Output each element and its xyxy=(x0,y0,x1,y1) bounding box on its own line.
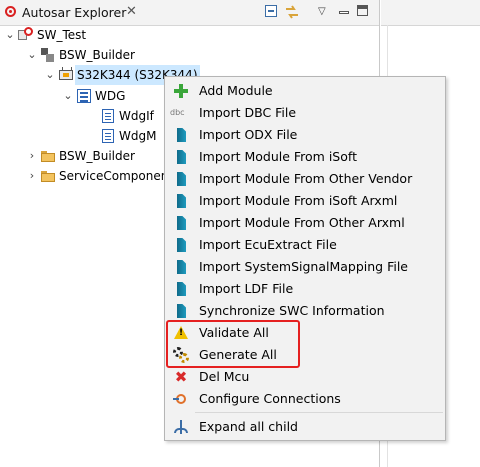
menu-item-label: Del Mcu xyxy=(199,369,250,384)
folder-icon xyxy=(40,168,56,184)
menu-item-import-ecuextract-file[interactable]: Import EcuExtract File xyxy=(165,234,445,256)
menu-item-label: Configure Connections xyxy=(199,391,341,406)
menu-item-label: Import Module From Other Arxml xyxy=(199,215,405,230)
menu-item-label: Import Module From Other Vendor xyxy=(199,171,413,186)
menu-item-import-module-isoft[interactable]: Import Module From iSoft xyxy=(165,146,445,168)
menu-item-import-module-isoft-arxml[interactable]: Import Module From iSoft Arxml xyxy=(165,190,445,212)
link-with-editor-icon[interactable] xyxy=(284,4,300,20)
import-icon xyxy=(173,259,189,275)
menu-item-del-mcu[interactable]: ✖ Del Mcu xyxy=(165,366,445,388)
chevron-right-icon[interactable]: › xyxy=(26,146,38,166)
collapse-all-icon[interactable] xyxy=(264,4,280,20)
project-icon xyxy=(18,27,34,43)
menu-item-import-odx-file[interactable]: Import ODX File xyxy=(165,124,445,146)
menu-item-import-module-other-vendor[interactable]: Import Module From Other Vendor xyxy=(165,168,445,190)
mcu-icon xyxy=(58,67,74,83)
maximize-icon[interactable] xyxy=(357,5,368,16)
view-menu-icon[interactable]: ▽ xyxy=(318,6,334,22)
tree-item-label: WdgIf xyxy=(119,109,154,123)
import-icon xyxy=(173,237,189,253)
menu-item-label: Add Module xyxy=(199,83,273,98)
expand-icon xyxy=(173,419,189,435)
import-icon xyxy=(173,281,189,297)
menu-item-import-systemsignalmapping-file[interactable]: Import SystemSignalMapping File xyxy=(165,256,445,278)
menu-item-label: Synchronize SWC Information xyxy=(199,303,385,318)
view-header: Autosar Explorer ✕ ▽ xyxy=(0,0,379,26)
chevron-down-icon[interactable]: ⌄ xyxy=(4,25,16,45)
tree-item-label: WdgM xyxy=(119,129,157,143)
tree-item-label: ServiceComponen xyxy=(59,169,169,183)
menu-item-generate-all[interactable]: Generate All xyxy=(165,344,445,366)
tree-item-label: BSW_Builder xyxy=(59,149,135,163)
connect-icon xyxy=(173,391,189,407)
menu-item-configure-connections[interactable]: Configure Connections xyxy=(165,388,445,410)
tree-item-label: BSW_Builder xyxy=(59,48,135,62)
chevron-down-icon[interactable]: ⌄ xyxy=(62,86,74,106)
menu-item-label: Import DBC File xyxy=(199,105,297,120)
menu-item-label: Import Module From iSoft Arxml xyxy=(199,193,398,208)
menu-item-label: Expand all child xyxy=(199,419,298,434)
menu-item-import-dbc-file[interactable]: dbc Import DBC File xyxy=(165,102,445,124)
chevron-down-icon[interactable]: ⌄ xyxy=(26,45,38,65)
import-icon xyxy=(173,149,189,165)
menu-item-label: Import ODX File xyxy=(199,127,298,142)
autosar-explorer-icon xyxy=(5,6,16,17)
menu-item-label: Import LDF File xyxy=(199,281,294,296)
menu-item-add-module[interactable]: Add Module xyxy=(165,80,445,102)
menu-item-import-ldf-file[interactable]: Import LDF File xyxy=(165,278,445,300)
view-title: Autosar Explorer xyxy=(22,5,127,20)
chevron-right-icon[interactable]: › xyxy=(26,166,38,186)
folder-icon xyxy=(40,148,56,164)
import-icon xyxy=(173,171,189,187)
menu-item-label: Import EcuExtract File xyxy=(199,237,337,252)
menu-item-label: Validate All xyxy=(199,325,269,340)
close-icon[interactable]: ✕ xyxy=(126,4,137,19)
document-icon xyxy=(100,108,116,124)
menu-item-label: Generate All xyxy=(199,347,277,362)
warning-icon xyxy=(173,325,189,341)
menu-item-label: Import SystemSignalMapping File xyxy=(199,259,409,274)
builder-icon xyxy=(40,47,56,63)
import-icon xyxy=(173,193,189,209)
context-menu: Add Module dbc Import DBC File Import OD… xyxy=(164,76,446,441)
menu-item-expand-all-child[interactable]: Expand all child xyxy=(165,416,445,438)
menu-item-validate-all[interactable]: Validate All xyxy=(165,322,445,344)
tree-item-label: SW_Test xyxy=(37,28,87,42)
dbc-icon: dbc xyxy=(170,108,185,117)
minimize-icon[interactable] xyxy=(339,11,349,14)
menu-separator xyxy=(195,412,443,413)
delete-icon: ✖ xyxy=(174,368,188,386)
gear-icon xyxy=(173,347,189,363)
module-list-icon xyxy=(76,88,92,104)
import-icon xyxy=(173,215,189,231)
tree-item-label: WDG xyxy=(95,89,126,103)
import-icon xyxy=(173,127,189,143)
chevron-down-icon[interactable]: ⌄ xyxy=(44,65,56,85)
document-icon xyxy=(100,128,116,144)
menu-item-import-module-other-arxml[interactable]: Import Module From Other Arxml xyxy=(165,212,445,234)
plus-icon xyxy=(173,83,189,99)
menu-item-label: Import Module From iSoft xyxy=(199,149,357,164)
editor-area-header xyxy=(381,0,480,26)
menu-item-synchronize-swc-information[interactable]: Synchronize SWC Information xyxy=(165,300,445,322)
import-icon xyxy=(173,303,189,319)
